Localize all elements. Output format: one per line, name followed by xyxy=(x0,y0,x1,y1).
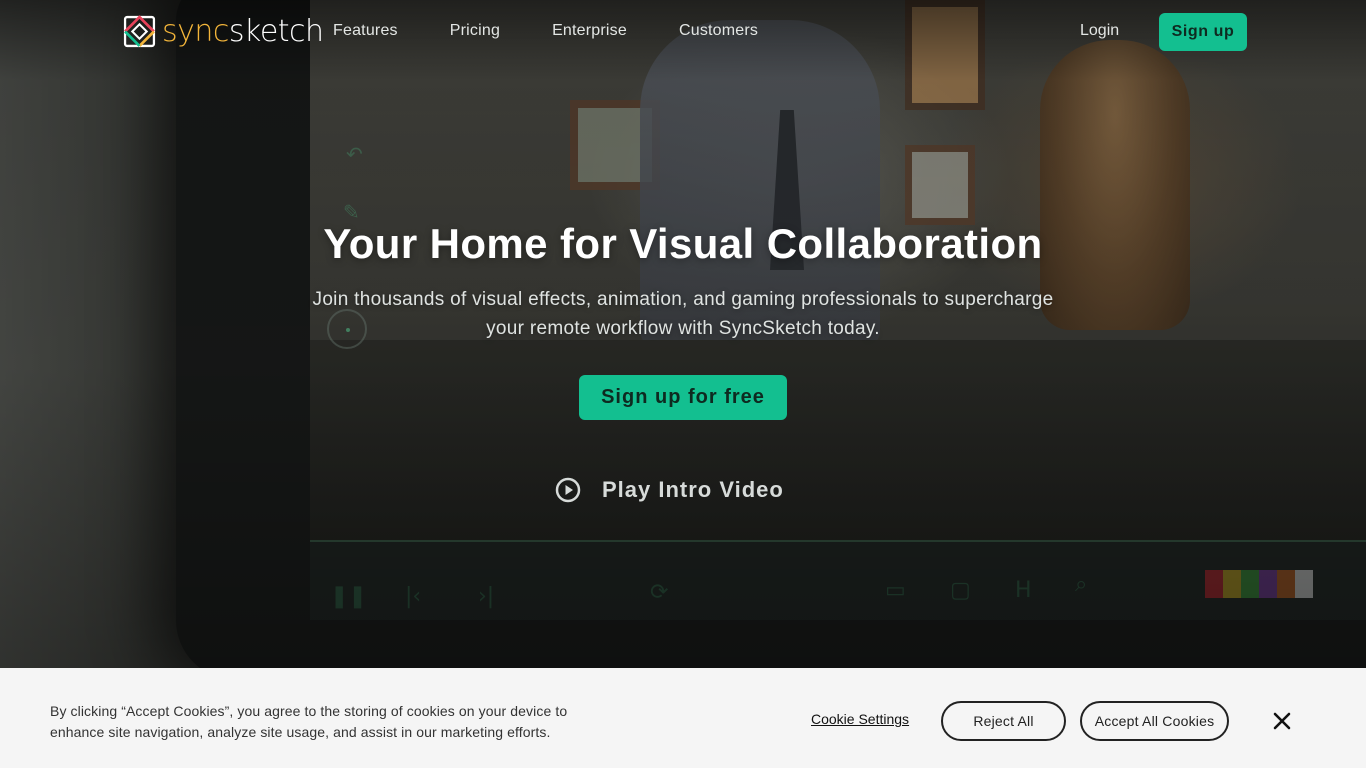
nav-link-enterprise[interactable]: Enterprise xyxy=(552,22,627,40)
hero-subtitle: Join thousands of visual effects, animat… xyxy=(312,289,1054,339)
cookie-message: By clicking “Accept Cookies”, you agree … xyxy=(50,703,568,740)
reject-all-button[interactable]: Reject All xyxy=(941,701,1066,741)
logo-wordmark-sync: sync xyxy=(162,13,229,49)
top-nav: syncsketch Features Pricing Enterprise C… xyxy=(0,0,1366,64)
nav-link-features[interactable]: Features xyxy=(333,22,398,40)
hero-title: Your Home for Visual Collaboration xyxy=(323,220,1043,267)
cookie-banner: By clicking “Accept Cookies”, you agree … xyxy=(0,668,1366,768)
play-intro-video-label: Play Intro Video xyxy=(602,477,784,502)
nav-link-customers[interactable]: Customers xyxy=(679,22,758,40)
accept-all-cookies-button[interactable]: Accept All Cookies xyxy=(1080,701,1229,741)
nav-link-pricing[interactable]: Pricing xyxy=(450,22,500,40)
login-link[interactable]: Login xyxy=(1080,22,1119,40)
logo-wordmark: syncsketch xyxy=(162,13,324,49)
play-circle-icon xyxy=(555,477,581,503)
syncsketch-logo[interactable]: syncsketch xyxy=(123,15,324,48)
logo-mark-icon xyxy=(123,15,156,48)
nav-links: Features Pricing Enterprise Customers xyxy=(333,22,810,40)
play-intro-video-button[interactable]: Play Intro Video xyxy=(555,477,784,503)
logo-wordmark-sketch: sketch xyxy=(228,13,324,49)
cookie-settings-link[interactable]: Cookie Settings xyxy=(811,711,909,727)
close-icon[interactable] xyxy=(1272,711,1292,731)
signup-button[interactable]: Sign up xyxy=(1159,13,1247,51)
signup-free-button[interactable]: Sign up for free xyxy=(579,375,787,420)
